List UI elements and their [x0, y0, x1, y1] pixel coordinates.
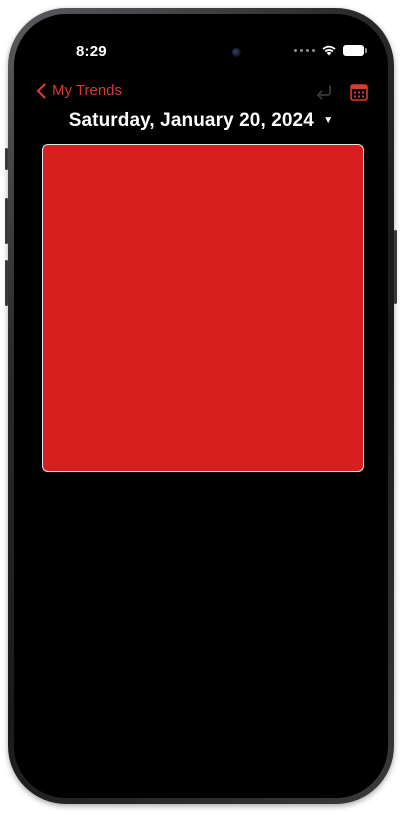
- calendar-icon[interactable]: [350, 83, 368, 101]
- undo-icon[interactable]: [314, 84, 334, 100]
- power-button: [394, 230, 397, 304]
- action-button: [5, 148, 8, 170]
- chevron-left-icon: [36, 82, 46, 99]
- back-button[interactable]: My Trends: [36, 82, 122, 99]
- phone-frame: 8:29 My Trends Saturday, January 20, 202…: [5, 8, 397, 804]
- caret-down-icon: ▼: [323, 115, 334, 127]
- status-time: 8:29: [76, 43, 107, 60]
- date-picker[interactable]: Saturday, January 20, 2024 ▼: [14, 110, 388, 132]
- status-indicators: [294, 44, 367, 56]
- color-tile[interactable]: [42, 144, 364, 472]
- date-label: Saturday, January 20, 2024: [68, 110, 314, 131]
- screen: 8:29 My Trends Saturday, January 20, 202…: [14, 14, 388, 798]
- camera-icon: [232, 48, 241, 57]
- cellular-signal-icon: [294, 48, 315, 52]
- navigation-bar: My Trends: [14, 78, 388, 108]
- volume-down-button: [5, 260, 8, 306]
- back-button-label: My Trends: [52, 82, 123, 99]
- volume-up-button: [5, 198, 8, 244]
- wifi-icon: [322, 45, 336, 56]
- battery-icon: [343, 44, 367, 56]
